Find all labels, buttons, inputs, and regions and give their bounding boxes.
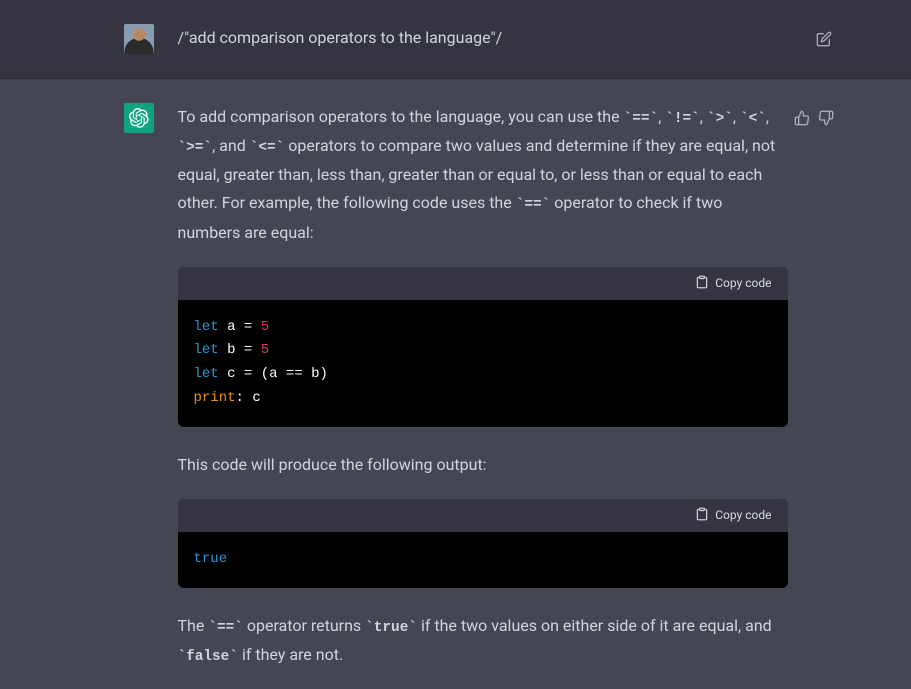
text-span: The	[178, 616, 209, 635]
clipboard-icon	[695, 507, 709, 524]
code-block-2: Copy code true	[178, 499, 788, 588]
clipboard-icon	[695, 275, 709, 292]
code-block-header: Copy code	[178, 499, 788, 532]
text-span: To add comparison operators to the langu…	[178, 107, 624, 126]
inline-code: !=	[665, 111, 700, 127]
copy-code-label: Copy code	[715, 508, 771, 522]
text-span: ,	[766, 107, 769, 126]
user-message-row: /"add comparison operators to the langua…	[0, 0, 911, 79]
token-keyword: let	[194, 319, 219, 335]
thumbs-up-icon[interactable]	[794, 107, 810, 135]
inline-code: ==	[624, 111, 659, 127]
text-span: , and	[212, 136, 250, 155]
code-block-header: Copy code	[178, 267, 788, 300]
user-message-text: /"add comparison operators to the langua…	[178, 28, 503, 47]
assistant-avatar	[124, 103, 154, 133]
inline-code: >=	[178, 140, 213, 156]
token-number: 5	[261, 319, 269, 335]
text-span: if they are not.	[238, 645, 343, 664]
assistant-paragraph-2: This code will produce the following out…	[178, 451, 788, 479]
thumbs-down-icon[interactable]	[818, 107, 834, 135]
token-plain: c = (a == b)	[219, 366, 328, 382]
inline-code: true	[365, 620, 417, 636]
assistant-paragraph-3: The == operator returns true if the two …	[178, 612, 788, 670]
token-boolean: true	[194, 551, 228, 567]
inline-code: <	[740, 111, 766, 127]
copy-code-button[interactable]: Copy code	[695, 275, 771, 292]
inline-code: <=	[250, 140, 285, 156]
inline-code: >	[707, 111, 733, 127]
text-span: if the two values on either side of it a…	[417, 616, 772, 635]
code-content: true	[178, 532, 788, 588]
token-plain: b =	[219, 342, 261, 358]
text-span: ,	[733, 107, 740, 126]
text-span: operator returns	[243, 616, 365, 635]
code-block-1: Copy code let a = 5 let b = 5 let c = (a…	[178, 267, 788, 427]
code-content: let a = 5 let b = 5 let c = (a == b) pri…	[178, 300, 788, 427]
assistant-message-content: To add comparison operators to the langu…	[178, 103, 788, 670]
copy-code-label: Copy code	[715, 276, 771, 290]
inline-code: ==	[208, 620, 243, 636]
token-plain: : c	[236, 390, 261, 406]
token-keyword: let	[194, 366, 219, 382]
assistant-message-actions	[794, 107, 834, 135]
text-span: ,	[700, 107, 707, 126]
assistant-message-row: To add comparison operators to the langu…	[0, 79, 911, 689]
user-message-actions	[816, 28, 832, 56]
inline-code: ==	[516, 197, 551, 213]
assistant-paragraph-1: To add comparison operators to the langu…	[178, 103, 788, 247]
token-plain: a =	[219, 319, 261, 335]
user-avatar	[124, 24, 154, 54]
token-number: 5	[261, 342, 269, 358]
copy-code-button[interactable]: Copy code	[695, 507, 771, 524]
user-message-content: /"add comparison operators to the langua…	[178, 24, 788, 54]
token-function: print	[194, 390, 236, 406]
edit-icon[interactable]	[816, 32, 832, 51]
token-keyword: let	[194, 342, 219, 358]
